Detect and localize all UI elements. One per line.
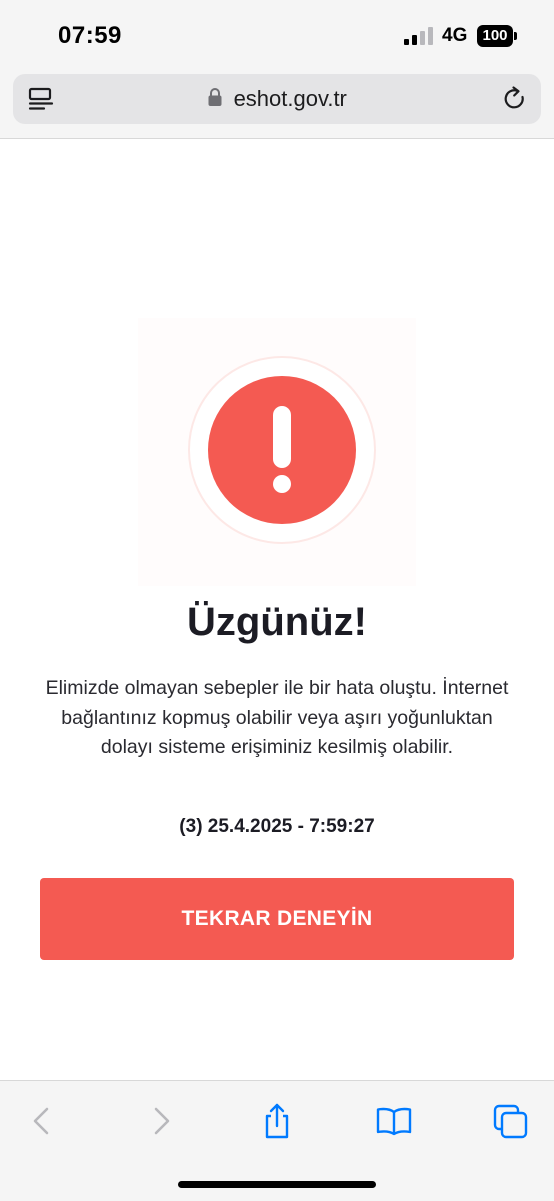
url-text: eshot.gov.tr	[233, 86, 347, 111]
error-heading: Üzgünüz!	[187, 600, 367, 644]
battery-icon: 100	[477, 25, 513, 47]
status-time: 07:59	[58, 22, 122, 49]
reload-icon[interactable]	[501, 85, 529, 113]
tabs-icon[interactable]	[491, 1101, 531, 1141]
home-indicator	[178, 1181, 376, 1188]
share-icon[interactable]	[257, 1101, 297, 1141]
error-code: (3) 25.4.2025 - 7:59:27	[179, 816, 375, 837]
address-bar[interactable]: eshot.gov.tr	[13, 74, 541, 124]
back-icon[interactable]	[22, 1101, 62, 1141]
alert-icon	[188, 356, 376, 544]
status-bar: 07:59 4G 100	[0, 0, 554, 68]
error-message: Elimizde olmayan sebepler ile bir hata o…	[45, 677, 509, 758]
url-display[interactable]: eshot.gov.tr	[13, 86, 541, 112]
forward-icon[interactable]	[141, 1101, 181, 1141]
bookmarks-icon[interactable]	[374, 1101, 414, 1141]
browser-top-bar: eshot.gov.tr	[0, 68, 554, 139]
retry-button[interactable]: TEKRAR DENEYİN	[40, 878, 514, 960]
error-illustration	[138, 318, 416, 586]
cellular-signal-icon	[404, 27, 433, 45]
lock-icon	[208, 88, 222, 106]
network-type: 4G	[442, 25, 468, 46]
battery-nub	[514, 32, 517, 40]
